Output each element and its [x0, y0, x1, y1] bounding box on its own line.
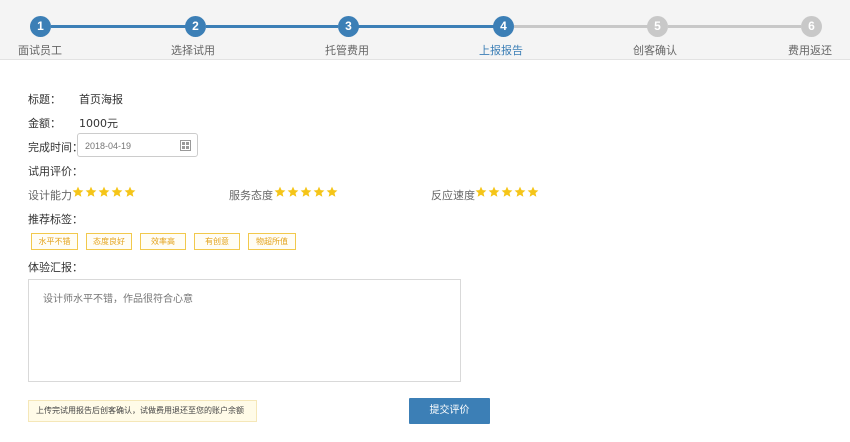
- step-connector-4-5: [514, 25, 648, 28]
- rating-design-label: 设计能力: [28, 189, 72, 202]
- report-textarea[interactable]: [29, 280, 460, 381]
- tag-list: 水平不错 态度良好 效率高 有创意 物超所值: [31, 233, 296, 250]
- step-2-circle: 2: [185, 16, 206, 37]
- step-5-circle: 5: [647, 16, 668, 37]
- star-icon[interactable]: [514, 186, 526, 198]
- star-icon[interactable]: [85, 186, 97, 198]
- step-connector-3-4: [358, 25, 494, 28]
- rating-response-stars[interactable]: [475, 186, 539, 198]
- star-icon[interactable]: [475, 186, 487, 198]
- tag-item[interactable]: 效率高: [140, 233, 186, 250]
- step-6-label: 费用返还: [788, 44, 832, 57]
- report-label: 体验汇报：: [28, 261, 83, 274]
- star-icon[interactable]: [488, 186, 500, 198]
- star-icon[interactable]: [300, 186, 312, 198]
- step-1-label: 面试员工: [18, 44, 62, 57]
- tags-label: 推荐标签：: [28, 213, 83, 226]
- star-icon[interactable]: [98, 186, 110, 198]
- step-5-label: 创客确认: [633, 44, 677, 57]
- step-connector-5-6: [668, 25, 801, 28]
- title-label: 标题：: [28, 93, 61, 106]
- star-icon[interactable]: [111, 186, 123, 198]
- step-connector-2-3: [206, 25, 338, 28]
- step-6-circle: 6: [801, 16, 822, 37]
- tag-item[interactable]: 有创意: [194, 233, 240, 250]
- progress-stepper: 1 2 3 4 5 6 面试员工 选择试用 托管费用 上报报告 创客确认 费用返…: [0, 0, 850, 60]
- submit-button[interactable]: 提交评价: [409, 398, 490, 424]
- step-3-circle: 3: [338, 16, 359, 37]
- amount-label: 金额：: [28, 117, 61, 130]
- finish-time-input[interactable]: [78, 135, 173, 157]
- star-icon[interactable]: [274, 186, 286, 198]
- rating-response-label: 反应速度: [431, 189, 475, 202]
- step-connector-1-2: [51, 25, 186, 28]
- tag-item[interactable]: 水平不错: [31, 233, 78, 250]
- finish-time-label: 完成时间：: [28, 141, 83, 154]
- rating-service-label: 服务态度: [229, 189, 273, 202]
- star-icon[interactable]: [326, 186, 338, 198]
- notice-banner: 上传完试用报告后创客确认，试做费用退还至您的账户余额: [28, 400, 257, 422]
- report-box: [28, 279, 461, 382]
- finish-time-date-picker[interactable]: [77, 133, 198, 157]
- star-icon[interactable]: [527, 186, 539, 198]
- star-icon[interactable]: [313, 186, 325, 198]
- step-3-label: 托管费用: [325, 44, 369, 57]
- amount-value: 1000元: [79, 117, 118, 130]
- star-icon[interactable]: [501, 186, 513, 198]
- star-icon[interactable]: [287, 186, 299, 198]
- tag-item[interactable]: 物超所值: [248, 233, 296, 250]
- step-4-label: 上报报告: [479, 44, 523, 57]
- star-icon[interactable]: [124, 186, 136, 198]
- calendar-icon[interactable]: [180, 140, 191, 151]
- title-value: 首页海报: [79, 93, 123, 106]
- step-1-circle: 1: [30, 16, 51, 37]
- star-icon[interactable]: [72, 186, 84, 198]
- tag-item[interactable]: 态度良好: [86, 233, 132, 250]
- rating-service-stars[interactable]: [274, 186, 338, 198]
- rating-design-stars[interactable]: [72, 186, 136, 198]
- step-4-circle: 4: [493, 16, 514, 37]
- step-2-label: 选择试用: [171, 44, 215, 57]
- evaluation-label: 试用评价：: [28, 165, 83, 178]
